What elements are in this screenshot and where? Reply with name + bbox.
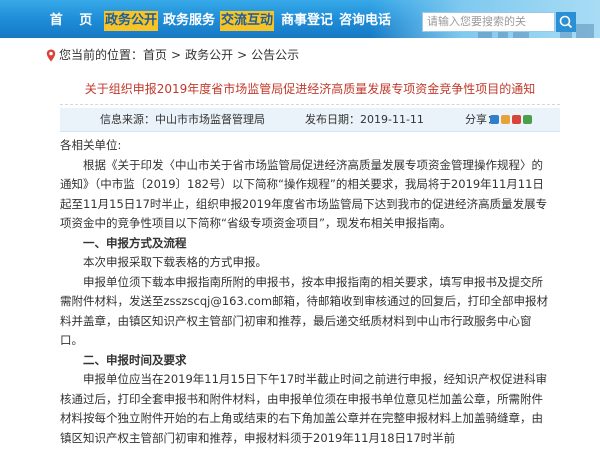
breadcrumb-disclosure-link[interactable]: 政务公开 [185,48,233,62]
search-input[interactable]: 请输入您要搜索的关 [422,12,555,32]
article-paragraph: 根据《关于印发〈中山市关于省市场监管局促进经济高质量发展专项资金管理操作规程〉的… [60,157,548,231]
breadcrumb: 您当前的位置：首页 > 政务公开 > 公告公示 [46,46,299,64]
article-source: 信息来源：中山市市场监督管理局 [100,108,265,132]
share-icon-group [490,109,534,124]
nav-item-business-registration[interactable]: 商事登记 [280,11,334,31]
top-navigation-bar: 首 页 政务公开 政务服务 交流互动 商事登记 咨询电话 请输入您要搜索的关 [0,0,600,38]
section-heading: 二、申报时间及要求 [83,352,187,367]
article-paragraph: 申报单位应当在2019年11月15日下午17时半截止时间之前进行申报，经知识产权… [60,372,548,445]
breadcrumb-separator: > [237,48,248,62]
source-value: 中山市市场监督管理局 [155,113,265,126]
breadcrumb-prefix: 您当前的位置： [59,48,144,62]
search-button[interactable] [556,12,576,32]
location-pin-icon [46,49,56,62]
article-paragraph: 本次申报采取下载表格的方式申报。 [83,255,267,269]
date-label: 发布日期： [305,113,360,126]
source-label: 信息来源： [100,113,155,126]
date-value: 2019-11-11 [360,113,424,126]
nav-item-home[interactable]: 首 页 [48,11,100,31]
share-qzone-icon[interactable] [501,115,510,124]
section-heading: 一、申报方式及流程 [83,235,187,250]
nav-item-government-affairs-disclosure[interactable]: 政务公开 [104,11,158,31]
article-meta-bar: 信息来源：中山市市场监督管理局 发布日期：2019-11-11 分享： [60,108,560,132]
title-divider [60,104,560,105]
search-icon [559,15,573,29]
breadcrumb-home-link[interactable]: 首页 [143,48,167,62]
article-body: 各相关单位: 根据《关于印发〈中山市关于省市场监管局促进经济高质量发展专项资金管… [60,136,550,448]
share-wechat-icon[interactable] [523,115,532,124]
nav-item-interaction[interactable]: 交流互动 [220,11,274,31]
article-paragraph: 申报单位须下载本申报指南所附的申报书，按本申报指南的相关要求，填写申报书及提交所… [60,274,549,348]
nav-item-government-services[interactable]: 政务服务 [162,11,216,31]
share-weibo-icon[interactable] [512,115,521,124]
nav-item-hotline[interactable]: 咨询电话 [338,11,392,31]
banner-building [576,24,594,38]
article-date: 发布日期：2019-11-11 [305,108,424,132]
breadcrumb-separator: > [171,48,182,62]
article-greeting: 各相关单位: [60,138,122,152]
article-title: 关于组织申报2019年度省市场监管局促进经济高质量发展专项资金竞争性项目的通知 [84,82,536,96]
share-qq-icon[interactable] [490,115,499,124]
breadcrumb-notices-link[interactable]: 公告公示 [251,48,299,62]
